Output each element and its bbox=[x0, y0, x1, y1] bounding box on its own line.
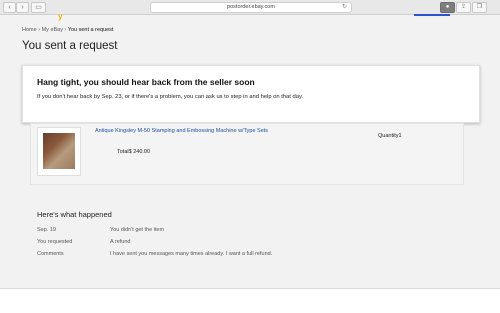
share-button[interactable]: ⇪ bbox=[456, 2, 471, 13]
chevron-left-icon: ‹ bbox=[8, 4, 11, 11]
address-bar[interactable]: postorder.ebay.com ↻ bbox=[150, 2, 352, 13]
breadcrumb-separator: › bbox=[64, 27, 67, 33]
tabs-icon: ❐ bbox=[476, 4, 483, 10]
item-total: Total$ 240.00 bbox=[117, 149, 151, 155]
history-value: You didn't get the item bbox=[110, 227, 165, 233]
item-photo bbox=[43, 133, 75, 169]
breadcrumb: Home › My eBay › You sent a request bbox=[22, 27, 113, 33]
breadcrumb-current: You sent a request bbox=[67, 27, 114, 33]
sidebar-icon: ▭ bbox=[35, 4, 42, 11]
back-button[interactable]: ‹ bbox=[3, 2, 16, 13]
history-title: Here's what happened bbox=[37, 210, 112, 219]
extension-button[interactable]: ● bbox=[440, 2, 455, 13]
item-thumbnail[interactable] bbox=[37, 127, 81, 176]
reload-icon[interactable]: ↻ bbox=[342, 3, 347, 12]
breadcrumb-separator: › bbox=[38, 27, 41, 33]
history-label: Comments bbox=[37, 251, 64, 257]
tabs-button[interactable]: ❐ bbox=[472, 2, 487, 13]
url-text: postorder.ebay.com bbox=[227, 4, 275, 10]
chevron-right-icon: › bbox=[21, 4, 24, 11]
item-title-link[interactable]: Antique Kingsley M-50 Stamping and Embos… bbox=[95, 128, 268, 134]
page-title: You sent a request bbox=[22, 40, 118, 52]
history-label: You requested bbox=[37, 239, 73, 245]
browser-toolbar: ‹ › ▭ postorder.ebay.com ↻ ● ⇪ ❐ bbox=[0, 0, 500, 15]
history-value: A refund bbox=[110, 239, 131, 245]
breadcrumb-my-ebay[interactable]: My eBay bbox=[42, 27, 63, 33]
ebay-logo[interactable]: y bbox=[58, 13, 62, 21]
item-quantity: Quantity1 bbox=[378, 133, 402, 139]
breadcrumb-home[interactable]: Home bbox=[22, 27, 37, 33]
status-notice: Hang tight, you should hear back from th… bbox=[22, 65, 480, 123]
history-label: Sep. 19 bbox=[37, 227, 56, 233]
extension-icon: ● bbox=[445, 4, 450, 10]
sidebar-button[interactable]: ▭ bbox=[31, 2, 46, 13]
page-footer bbox=[0, 288, 500, 313]
header-button-edge[interactable] bbox=[414, 14, 450, 16]
item-summary: Antique Kingsley M-50 Stamping and Embos… bbox=[30, 123, 464, 185]
share-icon: ⇪ bbox=[460, 4, 467, 10]
history-value: I have sent you messages many times alre… bbox=[110, 251, 273, 257]
forward-button[interactable]: › bbox=[16, 2, 29, 13]
notice-body: If you don't hear back by Sep. 23, or if… bbox=[37, 94, 304, 100]
notice-heading: Hang tight, you should hear back from th… bbox=[37, 77, 255, 87]
